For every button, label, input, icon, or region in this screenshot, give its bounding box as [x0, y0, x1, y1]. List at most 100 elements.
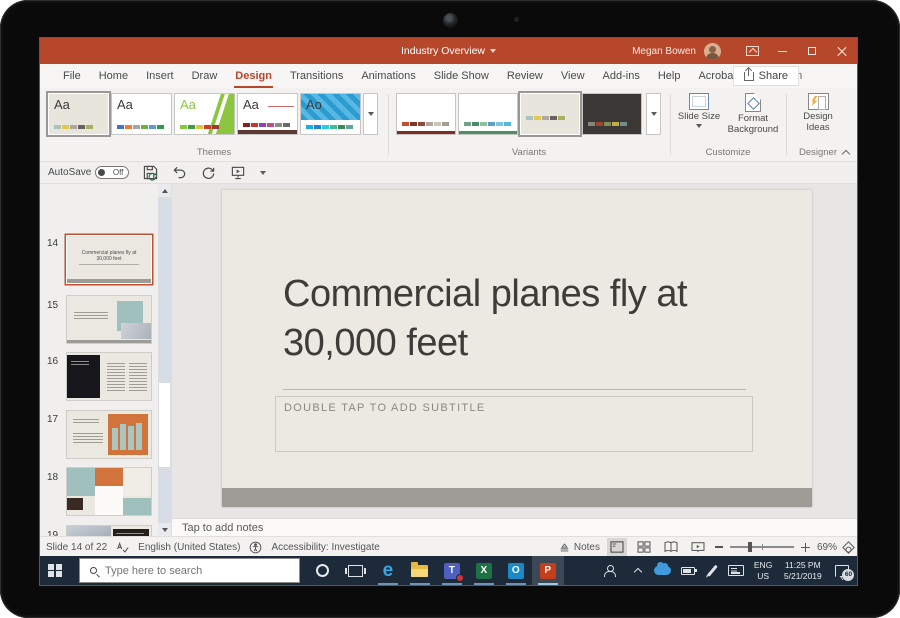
tab-transitions[interactable]: Transitions — [281, 64, 352, 88]
theme-color-chips — [54, 125, 93, 129]
accessibility-status[interactable]: Accessibility: Investigate — [271, 542, 379, 553]
onedrive-tray-icon[interactable] — [650, 556, 675, 585]
battery-tray-icon[interactable] — [675, 556, 700, 585]
account-avatar[interactable] — [704, 43, 721, 60]
taskbar-outlook[interactable]: O — [500, 556, 532, 585]
start-slideshow-button[interactable] — [230, 165, 246, 180]
slide-title-text[interactable]: Commercial planes fly at 30,000 feet — [283, 270, 763, 368]
taskbar-edge[interactable]: e — [372, 556, 404, 585]
tab-animations[interactable]: Animations — [352, 64, 424, 88]
zoom-in-button[interactable] — [801, 543, 810, 552]
minimize-button[interactable] — [767, 38, 797, 64]
spellcheck-icon[interactable] — [116, 541, 129, 554]
variant-3-selected[interactable] — [520, 93, 580, 135]
variant-4[interactable] — [582, 93, 642, 135]
slide-size-button[interactable]: Slide Size — [676, 93, 722, 128]
restore-button[interactable] — [797, 38, 827, 64]
view-slideshow-button[interactable] — [688, 538, 708, 556]
taskbar-excel[interactable]: X — [468, 556, 500, 585]
zoom-out-button[interactable] — [715, 546, 723, 548]
taskbar-teams[interactable]: T — [436, 556, 468, 585]
chevron-up-icon — [634, 567, 642, 575]
slide-thumbnail-14[interactable]: Commercial planes fly at 30,000 feet — [67, 236, 151, 283]
thumb-footer-bar — [67, 340, 151, 343]
account-name[interactable]: Megan Bowen — [632, 46, 696, 57]
clock[interactable]: 11:25 PM5/21/2019 — [778, 556, 828, 585]
variants-more-button[interactable] — [646, 93, 661, 135]
zoom-slider-thumb[interactable] — [748, 542, 752, 552]
tab-slide-show[interactable]: Slide Show — [425, 64, 498, 88]
pen-icon — [707, 565, 717, 577]
show-hidden-icons-button[interactable] — [627, 556, 650, 585]
format-background-button[interactable]: Format Background — [724, 93, 782, 136]
save-button[interactable] — [143, 165, 158, 180]
thumb-text-lines — [74, 312, 108, 320]
view-reading-button[interactable] — [661, 538, 681, 556]
scroll-down-button[interactable] — [158, 523, 171, 536]
variant-1[interactable] — [396, 93, 456, 135]
taskbar-powerpoint[interactable]: P — [532, 556, 564, 585]
cortana-button[interactable] — [306, 556, 339, 585]
zoom-percent[interactable]: 69% — [817, 542, 837, 553]
undo-button[interactable] — [172, 165, 187, 180]
subtitle-placeholder[interactable]: DOUBLE TAP TO ADD SUBTITLE — [275, 396, 753, 452]
language-indicator[interactable]: ENGUS — [749, 556, 778, 585]
theme-facet[interactable]: Aa — [174, 93, 235, 135]
accessibility-icon[interactable] — [249, 541, 262, 554]
qat-customize-button[interactable] — [260, 171, 266, 175]
autosave-toggle[interactable]: AutoSave Off — [48, 166, 129, 179]
tab-add-ins[interactable]: Add-ins — [594, 64, 649, 88]
collapse-ribbon-button[interactable] — [842, 148, 850, 156]
tab-design[interactable]: Design — [226, 64, 281, 88]
slide-thumbnail-15[interactable] — [67, 296, 151, 343]
language-status[interactable]: English (United States) — [138, 542, 240, 553]
slide-canvas[interactable]: Commercial planes fly at 30,000 feet DOU… — [222, 190, 812, 507]
taskbar-search-box[interactable] — [79, 558, 300, 583]
slide-thumbnail-16[interactable] — [67, 353, 151, 400]
theme-gallery-current[interactable]: Aa — [48, 93, 109, 135]
tab-file[interactable]: File — [54, 64, 90, 88]
touch-keyboard-button[interactable] — [723, 556, 748, 585]
slide-thumbnail-19[interactable] — [67, 526, 151, 536]
scrollbar-thumb[interactable] — [159, 383, 170, 467]
people-button[interactable] — [594, 556, 627, 585]
thumb-text-lines — [73, 433, 103, 445]
ribbon-display-options-button[interactable] — [737, 38, 767, 64]
tab-review[interactable]: Review — [498, 64, 552, 88]
tab-home[interactable]: Home — [90, 64, 137, 88]
taskbar-search-input[interactable] — [105, 565, 275, 577]
tab-insert[interactable]: Insert — [137, 64, 183, 88]
thumbnail-scrollbar[interactable] — [158, 184, 171, 536]
slide-indicator[interactable]: Slide 14 of 22 — [46, 542, 107, 553]
thumb-rule — [79, 264, 139, 265]
theme-dividend[interactable]: Aa — [237, 93, 298, 135]
slide-thumbnail-18[interactable] — [67, 468, 151, 515]
design-ideas-button[interactable]: Design Ideas — [792, 93, 844, 134]
designer-group: Design Ideas Designer — [788, 88, 848, 161]
notes-pane[interactable]: Tap to add notes — [172, 518, 857, 536]
start-button[interactable] — [40, 556, 71, 585]
taskbar-file-explorer[interactable] — [404, 556, 436, 585]
themes-more-button[interactable] — [363, 93, 378, 135]
variant-2[interactable] — [458, 93, 518, 135]
scroll-up-button[interactable] — [158, 184, 171, 197]
share-button[interactable]: Share — [733, 66, 799, 86]
slide-thumbnail-17[interactable] — [67, 411, 151, 458]
tab-draw[interactable]: Draw — [183, 64, 227, 88]
action-center-button[interactable]: 60 — [828, 556, 857, 585]
autosave-switch[interactable]: Off — [95, 166, 129, 179]
notes-toggle-button[interactable]: Notes — [559, 542, 600, 553]
title-dropdown-icon[interactable] — [490, 49, 496, 53]
view-slide-sorter-button[interactable] — [634, 538, 654, 556]
pen-tray-icon[interactable] — [700, 556, 723, 585]
fit-slide-to-window-icon[interactable] — [842, 541, 855, 554]
view-normal-button[interactable] — [607, 538, 627, 556]
zoom-slider[interactable] — [730, 546, 794, 548]
task-view-button[interactable] — [339, 556, 372, 585]
tab-view[interactable]: View — [552, 64, 594, 88]
tab-help[interactable]: Help — [649, 64, 690, 88]
redo-button[interactable] — [201, 165, 216, 180]
theme-office[interactable]: Aa — [111, 93, 172, 135]
close-button[interactable] — [827, 38, 857, 64]
theme-integral[interactable]: Ao — [300, 93, 361, 135]
